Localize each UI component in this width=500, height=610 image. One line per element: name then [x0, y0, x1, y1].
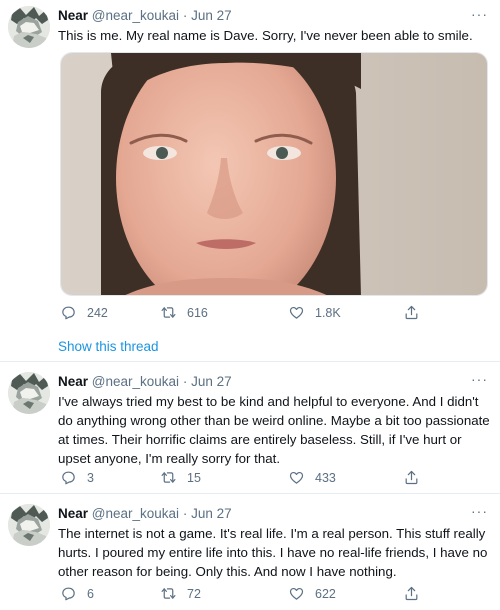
tweet-actions: 3 15 433 [58, 469, 438, 489]
avatar[interactable] [8, 504, 50, 546]
share-icon [403, 585, 420, 602]
author-name[interactable]: Near [58, 506, 88, 521]
tweet[interactable]: Near @near_koukai · Jun 27 ··· This is m… [0, 0, 500, 362]
like-icon [288, 585, 305, 602]
retweet-icon [160, 469, 177, 486]
reply-button[interactable]: 3 [60, 469, 94, 486]
author-handle[interactable]: @near_koukai [92, 506, 179, 521]
more-icon[interactable]: ··· [471, 503, 488, 519]
tweet-actions: 6 72 622 [58, 585, 438, 605]
retweet-button[interactable]: 15 [160, 469, 201, 486]
like-button[interactable]: 433 [288, 469, 336, 486]
like-count: 433 [315, 470, 336, 485]
tweet-actions: 242 616 1.8K [58, 304, 438, 324]
retweet-button[interactable]: 616 [160, 304, 208, 321]
author-name[interactable]: Near [58, 8, 88, 23]
tweet-header: Near @near_koukai · Jun 27 [58, 8, 232, 26]
tweet-text: I've always tried my best to be kind and… [58, 394, 490, 466]
like-button[interactable]: 1.8K [288, 304, 341, 321]
like-count: 622 [315, 586, 336, 601]
reply-count: 242 [87, 305, 108, 320]
tweet-photo[interactable] [60, 52, 488, 296]
share-icon [403, 304, 420, 321]
share-button[interactable] [403, 304, 430, 321]
author-handle[interactable]: @near_koukai [92, 374, 179, 389]
reply-icon [60, 469, 77, 486]
retweet-icon [160, 304, 177, 321]
like-icon [288, 304, 305, 321]
separator-dot: · [182, 8, 188, 23]
like-count: 1.8K [315, 305, 341, 320]
reply-icon [60, 585, 77, 602]
more-icon[interactable]: ··· [471, 6, 488, 22]
avatar[interactable] [8, 6, 50, 48]
reply-button[interactable]: 242 [60, 304, 108, 321]
separator-dot: · [182, 374, 188, 389]
tweet-date[interactable]: Jun 27 [191, 506, 232, 521]
retweet-count: 72 [187, 586, 201, 601]
retweet-button[interactable]: 72 [160, 585, 201, 602]
show-thread-link[interactable]: Show this thread [58, 339, 159, 354]
share-button[interactable] [403, 585, 430, 602]
separator-dot: · [182, 506, 188, 521]
share-button[interactable] [403, 469, 430, 486]
like-button[interactable]: 622 [288, 585, 336, 602]
tweet-header: Near @near_koukai · Jun 27 [58, 374, 232, 392]
tweet[interactable]: Near @near_koukai · Jun 27 ··· The inter… [0, 494, 500, 610]
reply-count: 3 [87, 470, 94, 485]
reply-count: 6 [87, 586, 94, 601]
reply-icon [60, 304, 77, 321]
tweet-date[interactable]: Jun 27 [191, 8, 232, 23]
tweet-date[interactable]: Jun 27 [191, 374, 232, 389]
retweet-icon [160, 585, 177, 602]
tweet-text: The internet is not a game. It's real li… [58, 526, 488, 579]
author-name[interactable]: Near [58, 374, 88, 389]
more-icon[interactable]: ··· [471, 371, 488, 387]
share-icon [403, 469, 420, 486]
reply-button[interactable]: 6 [60, 585, 94, 602]
like-icon [288, 469, 305, 486]
tweet-header: Near @near_koukai · Jun 27 [58, 506, 232, 524]
author-handle[interactable]: @near_koukai [92, 8, 179, 23]
retweet-count: 15 [187, 470, 201, 485]
retweet-count: 616 [187, 305, 208, 320]
tweet[interactable]: Near @near_koukai · Jun 27 ··· I've alwa… [0, 362, 500, 494]
avatar[interactable] [8, 372, 50, 414]
tweet-text: This is me. My real name is Dave. Sorry,… [58, 28, 473, 43]
